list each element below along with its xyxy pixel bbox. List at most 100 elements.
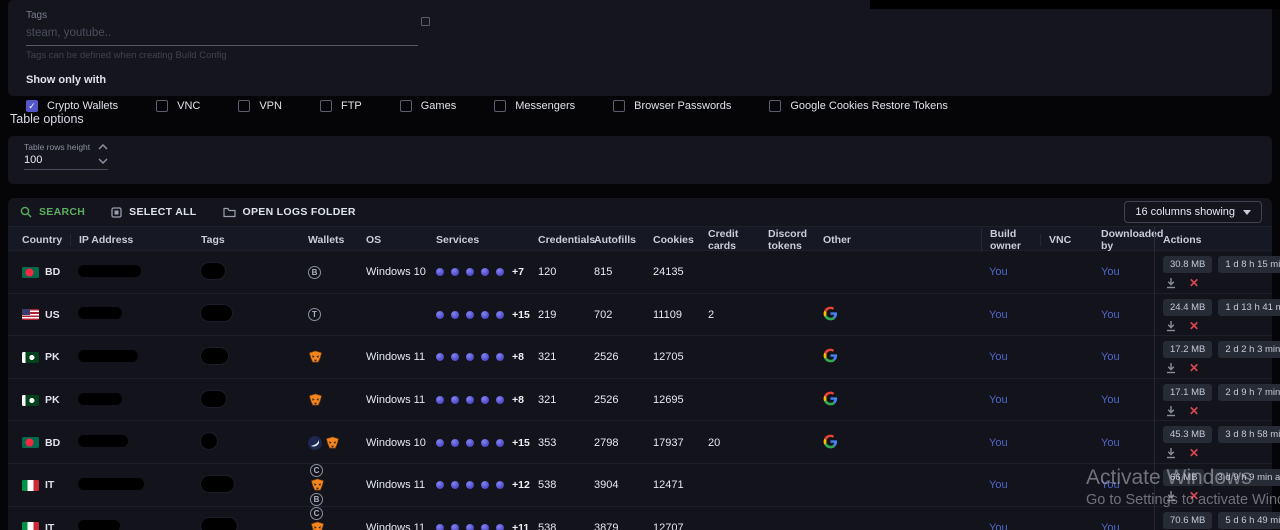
- filter-checkbox[interactable]: FTP: [320, 100, 362, 112]
- os-cell: Windows 11: [366, 394, 436, 406]
- column-header-os[interactable]: OS: [366, 234, 436, 246]
- column-header-discord-tokens[interactable]: Discord tokens: [768, 228, 823, 252]
- filter-checkbox[interactable]: Messengers: [494, 100, 575, 112]
- filter-label: FTP: [341, 100, 362, 112]
- chevron-down-icon[interactable]: [98, 158, 108, 164]
- column-header-services[interactable]: Services: [436, 234, 538, 246]
- build-owner-link[interactable]: You: [989, 351, 1048, 363]
- column-header-credentials[interactable]: Credentials: [538, 234, 594, 246]
- service-dot-icon: [496, 353, 504, 361]
- filter-checkbox[interactable]: Browser Passwords: [613, 100, 731, 112]
- country-code: BD: [45, 266, 60, 278]
- downloaded-by-link[interactable]: You: [1101, 522, 1154, 530]
- open-logs-folder-label: OPEN LOGS FOLDER: [243, 206, 356, 218]
- column-header-autofills[interactable]: Autofills: [594, 234, 653, 246]
- ip-redacted-bar: [78, 520, 120, 530]
- filter-checkbox[interactable]: Games: [400, 100, 456, 112]
- checkbox-icon: [769, 100, 781, 112]
- downloaded-by-link[interactable]: You: [1101, 351, 1154, 363]
- search-button[interactable]: SEARCH: [20, 206, 85, 218]
- delete-icon[interactable]: ✕: [1189, 277, 1199, 289]
- downloaded-by-link[interactable]: You: [1101, 266, 1154, 278]
- column-header-ip-address[interactable]: IP Address: [70, 234, 201, 246]
- download-icon[interactable]: [1165, 490, 1177, 502]
- column-header-actions[interactable]: Actions: [1154, 227, 1272, 252]
- filter-checkbox[interactable]: Google Cookies Restore Tokens: [769, 100, 948, 112]
- service-dot-icon: [481, 311, 489, 319]
- letter-C-wallet-icon: C: [310, 464, 323, 477]
- build-owner-link[interactable]: You: [989, 266, 1048, 278]
- tags-input[interactable]: [26, 27, 418, 39]
- build-owner-link[interactable]: You: [989, 309, 1048, 321]
- table-row[interactable]: PK Windows 11 +8 321 2526 12695 You You: [8, 379, 1272, 422]
- column-header-downloaded-by[interactable]: Downloaded by: [1101, 228, 1154, 252]
- open-logs-folder-button[interactable]: OPEN LOGS FOLDER: [223, 206, 356, 218]
- checkbox-icon: [494, 100, 506, 112]
- column-header-wallets[interactable]: Wallets: [308, 234, 366, 246]
- cookies-cell: 24135: [653, 266, 708, 278]
- build-owner-link[interactable]: You: [989, 479, 1048, 491]
- tags-cell: [201, 263, 308, 282]
- download-icon[interactable]: [1165, 320, 1177, 332]
- tags-field: Tags: [26, 10, 418, 46]
- column-header-tags[interactable]: Tags: [201, 234, 308, 246]
- cookies-cell: 11109: [653, 309, 708, 321]
- download-icon[interactable]: [1165, 362, 1177, 374]
- service-dot-icon: [451, 311, 459, 319]
- delete-icon[interactable]: ✕: [1189, 362, 1199, 374]
- country-code: BD: [45, 437, 60, 449]
- delete-icon[interactable]: ✕: [1189, 405, 1199, 417]
- caret-down-icon: [1243, 210, 1251, 215]
- column-header-vnc[interactable]: VNC: [1040, 234, 1101, 246]
- action-badges: 66 MB 3 d 9 h 9 min ago: [1163, 469, 1280, 486]
- delete-icon[interactable]: ✕: [1189, 490, 1199, 502]
- rows-height-value[interactable]: 100: [24, 154, 90, 166]
- column-header-other[interactable]: Other: [823, 234, 989, 246]
- country-cell: IT: [22, 522, 78, 530]
- download-icon[interactable]: [1165, 447, 1177, 459]
- log-size-badge: 17.1 MB: [1163, 384, 1212, 401]
- chevron-up-icon[interactable]: [98, 144, 108, 150]
- table-row[interactable]: IT CB Windows 11 +12 538 3904 12471 You …: [8, 464, 1272, 507]
- tag-redacted-bar: [201, 263, 225, 279]
- column-header-build-owner[interactable]: Build owner: [981, 228, 1048, 252]
- downloaded-by-link[interactable]: You: [1101, 394, 1154, 406]
- autofills-cell: 3904: [594, 479, 653, 491]
- service-dot-icon: [481, 268, 489, 276]
- build-owner-link[interactable]: You: [989, 522, 1048, 530]
- build-owner-link[interactable]: You: [989, 394, 1048, 406]
- tags-cell: [201, 305, 308, 324]
- filters-panel: Tags Tags can be defined when creating B…: [8, 0, 1272, 96]
- table-row[interactable]: IT CB Windows 11 +11 538 3879 12707 You …: [8, 507, 1272, 530]
- column-header-cookies[interactable]: Cookies: [653, 234, 708, 246]
- table-options-panel: Table rows height 100: [8, 136, 1272, 184]
- build-owner-link[interactable]: You: [989, 437, 1048, 449]
- filter-label: Crypto Wallets: [47, 100, 118, 112]
- downloaded-by-link[interactable]: You: [1101, 437, 1154, 449]
- wallets-cell: B: [308, 266, 366, 279]
- downloaded-by-link[interactable]: You: [1101, 479, 1154, 491]
- downloaded-by-link[interactable]: You: [1101, 309, 1154, 321]
- table-row[interactable]: US T +15 219 702 11109 2 You You 2: [8, 294, 1272, 337]
- delete-icon[interactable]: ✕: [1189, 320, 1199, 332]
- select-all-button[interactable]: SELECT ALL: [111, 206, 196, 218]
- table-row[interactable]: BD B Windows 10 +7 120 815 24135 You You: [8, 251, 1272, 294]
- top-checkbox[interactable]: [421, 17, 430, 26]
- download-icon[interactable]: [1165, 277, 1177, 289]
- download-icon[interactable]: [1165, 405, 1177, 417]
- table-row[interactable]: BD Windows 10 +15 353 2798 17937 20 You …: [8, 421, 1272, 464]
- table-row[interactable]: PK Windows 11 +8 321 2526 12705 You You: [8, 336, 1272, 379]
- ip-redacted-bar: [78, 350, 138, 362]
- cookies-cell: 12695: [653, 394, 708, 406]
- delete-icon[interactable]: ✕: [1189, 447, 1199, 459]
- columns-showing-dropdown[interactable]: 16 columns showing: [1124, 201, 1262, 223]
- os-cell: Windows 10: [366, 437, 436, 449]
- credentials-cell: 120: [538, 266, 594, 278]
- action-icons: ✕: [1163, 362, 1280, 374]
- services-cell: +15: [436, 309, 538, 321]
- metamask-wallet-icon: [308, 393, 323, 407]
- column-header-credit-cards[interactable]: Credit cards: [708, 228, 768, 252]
- filter-checkbox[interactable]: VNC: [156, 100, 200, 112]
- filter-checkbox[interactable]: ✓ Crypto Wallets: [26, 100, 118, 112]
- filter-checkbox[interactable]: VPN: [238, 100, 282, 112]
